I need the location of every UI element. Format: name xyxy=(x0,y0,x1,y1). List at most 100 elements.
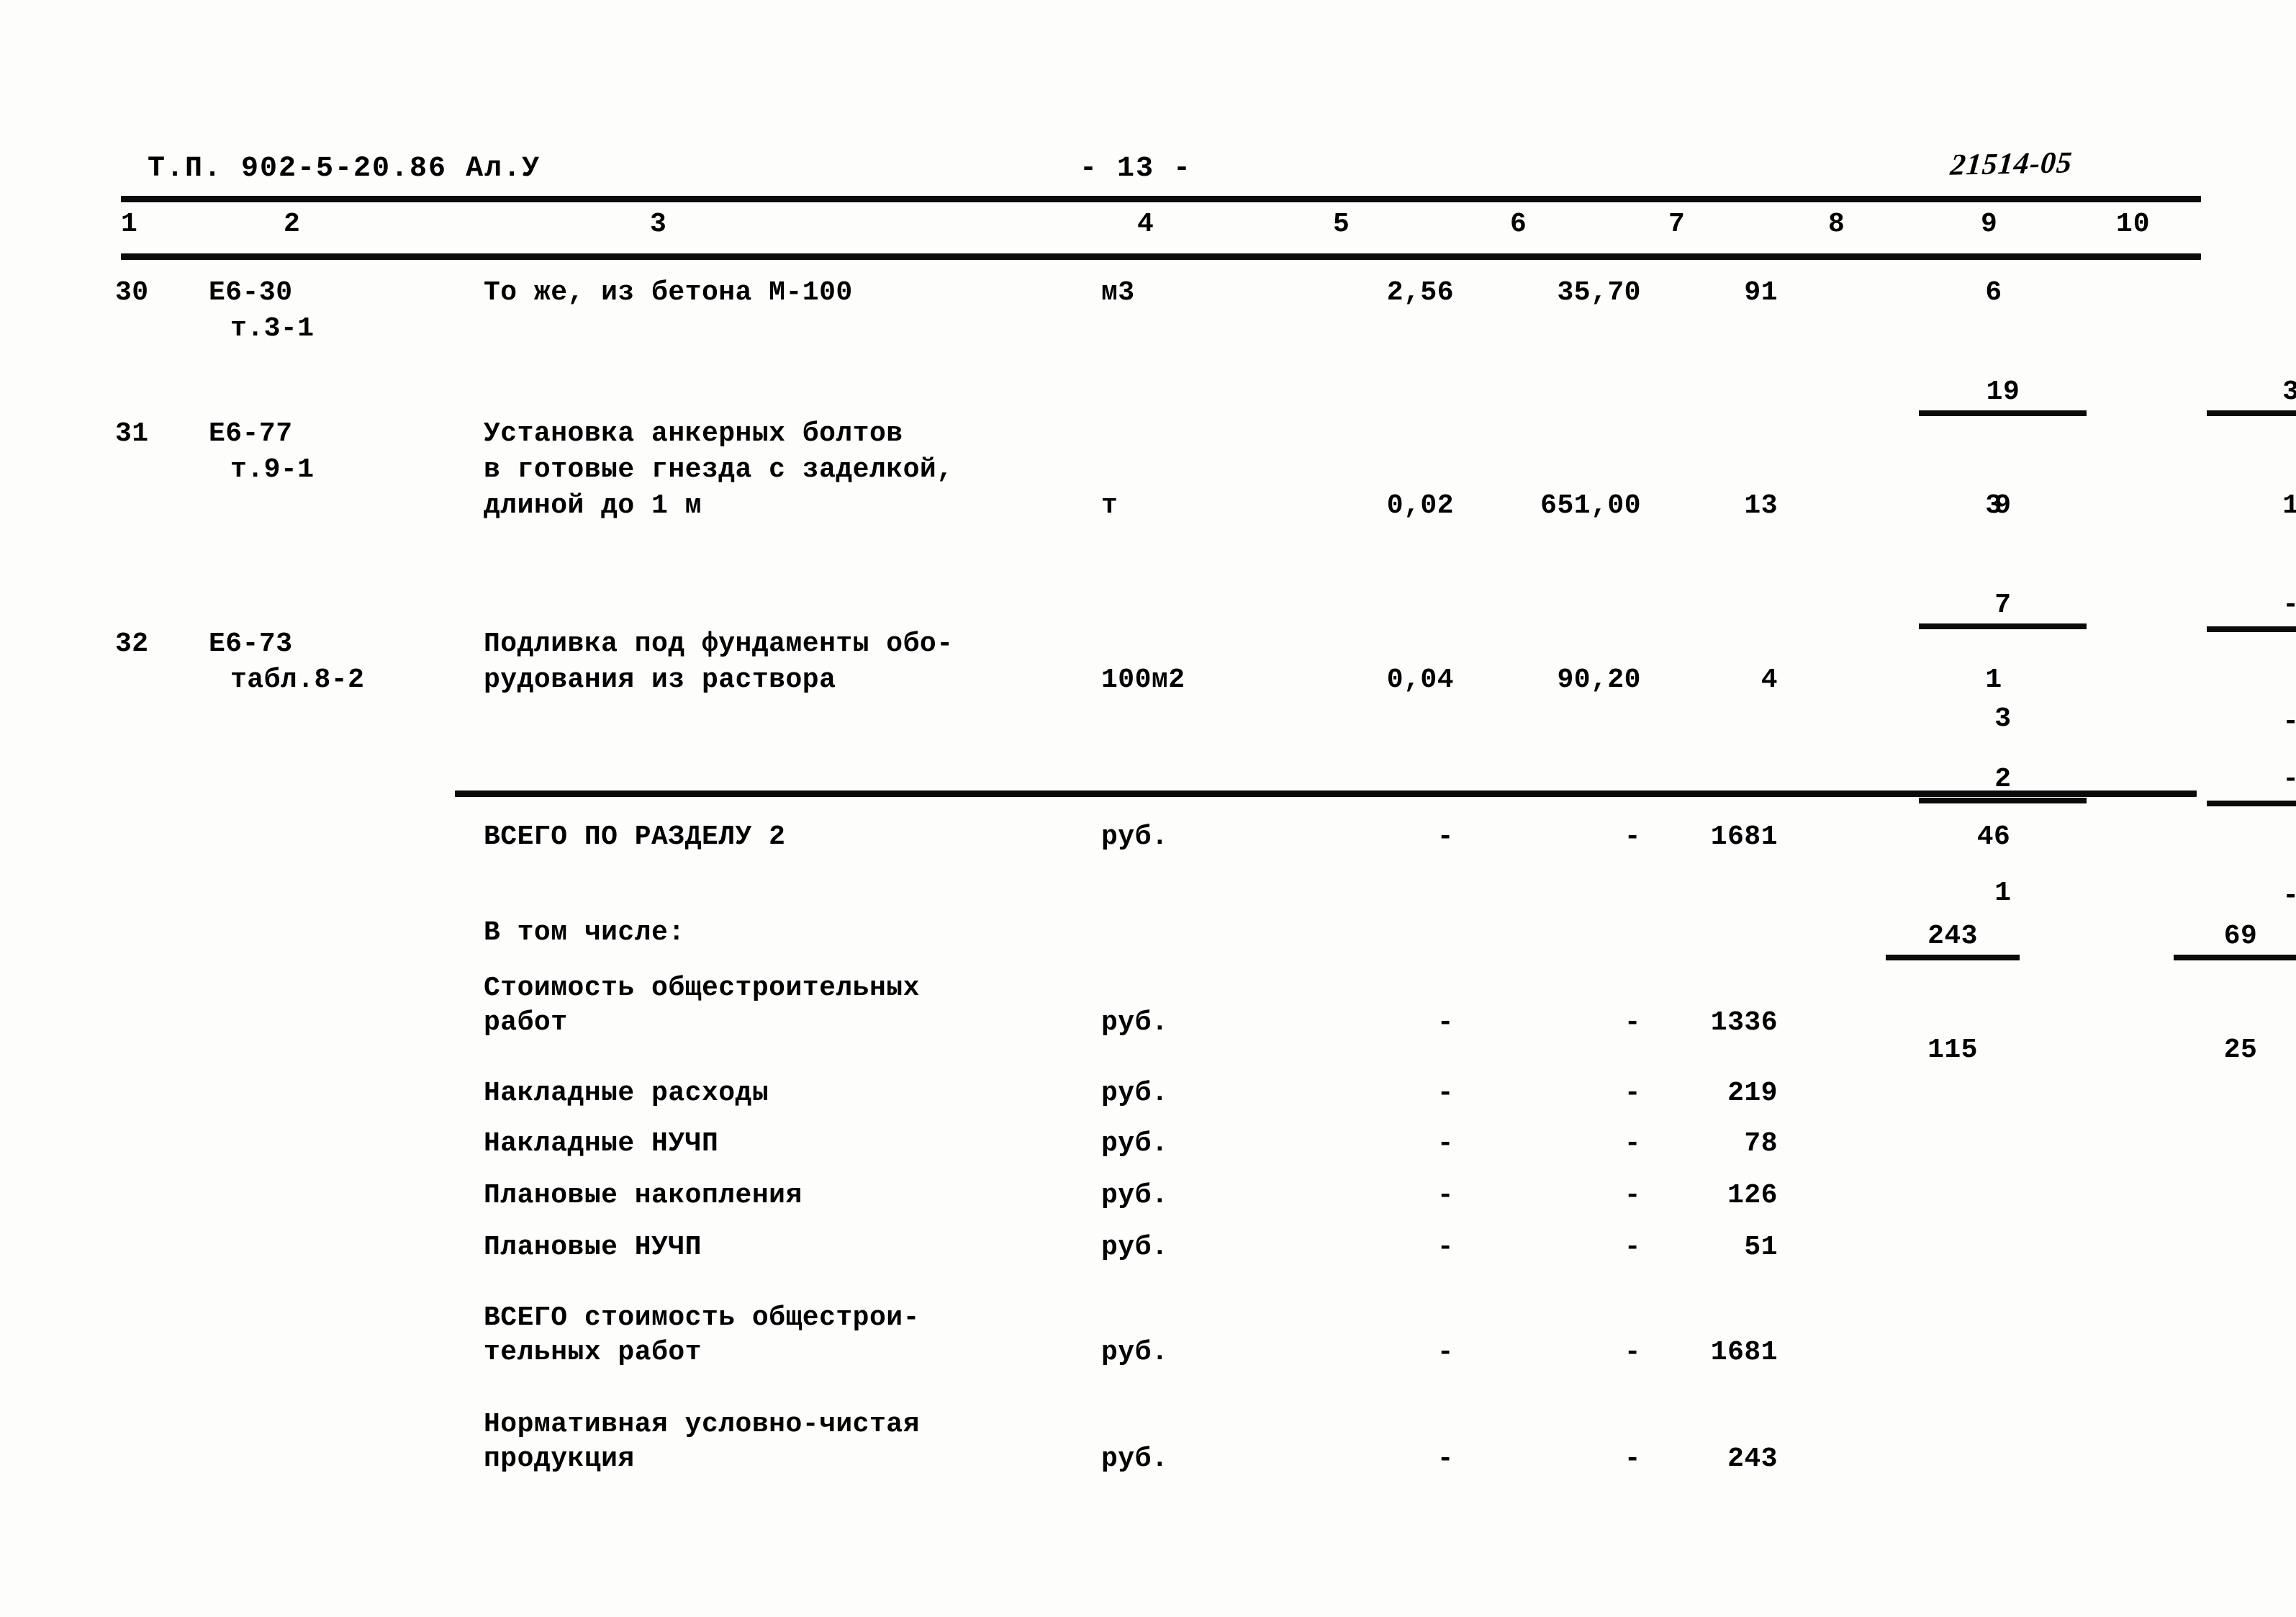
norm-code-line-1: Е6-73 xyxy=(209,629,293,659)
document-code: Т.П. 902-5-20.86 Ал.У xyxy=(148,153,541,185)
description-line-1: Подливка под фундаменты обо- xyxy=(484,629,954,659)
column-header-9: 9 xyxy=(1981,209,1998,240)
fraction-denominator: 1 xyxy=(2282,490,2296,521)
section-total-col5: - xyxy=(1437,821,1454,852)
section-total-rule xyxy=(455,791,2197,797)
fraction-numerator: 19 xyxy=(1919,376,2087,416)
norm-code-line-2: т.9-1 xyxy=(230,454,315,485)
breakdown-col5: - xyxy=(1437,1007,1454,1038)
section-total-col7: 1681 xyxy=(1710,821,1778,852)
row-total-cost: 91 xyxy=(1744,277,1778,308)
row-description-line2: в готовые гнезда с заделкой, xyxy=(484,454,1052,487)
breakdown-col6: - xyxy=(1624,1232,1641,1263)
section-total-col10-fraction: 69 25 xyxy=(2073,821,2296,1166)
section-total-col8-fraction: 243 115 xyxy=(1785,821,2020,1166)
column-header-6: 6 xyxy=(1510,209,1527,240)
breakdown-unit: руб. xyxy=(1101,1078,1169,1109)
row-unit-price: 651,00 xyxy=(1540,490,1641,521)
section-total-label: ВСЕГО ПО РАЗДЕЛУ 2 xyxy=(484,821,786,852)
breakdown-col5: - xyxy=(1437,1337,1454,1368)
breakdown-label-line-1: Накладные расходы xyxy=(484,1078,769,1109)
row-description-line2: рудования из раствора xyxy=(484,664,1052,697)
column-header-2: 2 xyxy=(284,209,301,240)
row-unit: т xyxy=(1101,490,1118,521)
breakdown-label-line-1: Плановые НУЧП xyxy=(484,1232,702,1263)
fraction: 243 115 xyxy=(1885,854,2020,1133)
row-norm-subcode: т.3-1 xyxy=(230,312,446,346)
breakdown-col5: - xyxy=(1437,1180,1454,1211)
breakdown-col7: 243 xyxy=(1727,1443,1778,1474)
breakdown-unit: руб. xyxy=(1101,1128,1169,1159)
row-description-line3: длиной до 1 м xyxy=(484,490,1052,523)
breakdown-col5: - xyxy=(1437,1078,1454,1109)
breakdown-col7: 126 xyxy=(1727,1180,1778,1211)
breakdown-unit: руб. xyxy=(1101,1337,1169,1368)
row-col9: 1 xyxy=(1985,665,2002,695)
row-quantity: 2,56 xyxy=(1386,277,1454,308)
row-unit: 100м2 xyxy=(1101,665,1185,695)
breakdown-col6: - xyxy=(1624,1443,1641,1474)
fraction-numerator: 243 xyxy=(1885,920,2020,960)
row-norm-code: Е6-30 xyxy=(209,276,425,310)
breakdown-col6: - xyxy=(1624,1007,1641,1038)
row-quantity: 0,04 xyxy=(1386,665,1454,695)
breakdown-col5: - xyxy=(1437,1128,1454,1159)
description-line-3: длиной до 1 м xyxy=(484,490,702,521)
section-total-col9: 46 xyxy=(1976,821,2011,852)
column-header-4: 4 xyxy=(1137,209,1154,240)
breakdown-col7: 219 xyxy=(1727,1078,1778,1109)
breakdown-unit: руб. xyxy=(1101,1232,1169,1263)
fraction-numerator: - xyxy=(2207,589,2296,632)
description-line-2: рудования из раствора xyxy=(484,665,836,695)
fraction: 69 25 xyxy=(2173,854,2296,1133)
breakdown-col5: - xyxy=(1437,1443,1454,1474)
row-col9: 6 xyxy=(1985,277,2002,308)
fraction-denominator: 115 xyxy=(1927,1035,1978,1066)
row-norm-subcode: табл.8-2 xyxy=(230,664,489,697)
breakdown-heading: В том числе: xyxy=(484,917,685,948)
breakdown-col7: 1681 xyxy=(1710,1337,1778,1368)
breakdown-col7: 51 xyxy=(1744,1232,1778,1263)
row-description: Подливка под фундаменты обо- xyxy=(484,628,1052,661)
norm-code-line-2: т.3-1 xyxy=(230,313,315,344)
row-col9: 3 xyxy=(1985,490,2002,521)
row-number: 31 xyxy=(115,418,149,449)
row-description: Установка анкерных болтов xyxy=(484,418,1052,451)
breakdown-label-line-1: Стоимость общестроительных xyxy=(484,973,920,1004)
breakdown-label-line-1: Накладные НУЧП xyxy=(484,1128,719,1159)
row-norm-code: Е6-73 xyxy=(209,628,425,661)
breakdown-col7: 1336 xyxy=(1710,1007,1778,1038)
breakdown-label-line-2: продукция xyxy=(484,1443,635,1474)
breakdown-unit: руб. xyxy=(1101,1180,1169,1211)
column-header-5: 5 xyxy=(1333,209,1350,240)
description-line-2: в готовые гнезда с заделкой, xyxy=(484,454,954,485)
row-number: 32 xyxy=(115,629,149,659)
row-unit-price: 35,70 xyxy=(1557,277,1641,308)
row-norm-subcode: т.9-1 xyxy=(230,454,446,487)
breakdown-label-line-2: тельных работ xyxy=(484,1337,702,1368)
document-page: Т.П. 902-5-20.86 Ал.У - 13 - 21514-05 1 … xyxy=(0,0,2296,1617)
row-description: То же, из бетона М-100 xyxy=(484,276,1052,310)
row-number: 30 xyxy=(115,277,149,308)
row-quantity: 0,02 xyxy=(1386,490,1454,521)
breakdown-label-line-2: работ xyxy=(484,1007,568,1038)
page-number: - 13 - xyxy=(1080,153,1193,185)
breakdown-label-line-1: Нормативная условно-чистая xyxy=(484,1409,920,1440)
breakdown-label-line-1: ВСЕГО стоимость общестрои- xyxy=(484,1302,920,1333)
norm-code-line-2: табл.8-2 xyxy=(230,665,365,695)
handwritten-archive-stamp: 21514-05 xyxy=(1948,146,2074,182)
row-unit-price: 90,20 xyxy=(1557,665,1641,695)
row-unit: м3 xyxy=(1101,277,1135,308)
section-total-col6: - xyxy=(1624,821,1641,852)
norm-code-line-1: Е6-77 xyxy=(209,418,293,449)
column-header-7: 7 xyxy=(1668,209,1686,240)
fraction-numerator: - xyxy=(2207,763,2296,806)
section-total-unit: руб. xyxy=(1101,821,1169,852)
fraction-numerator: 69 xyxy=(2173,920,2296,960)
breakdown-col6: - xyxy=(1624,1078,1641,1109)
table-column-headers: 1 2 3 4 5 6 7 8 9 10 xyxy=(0,209,2296,252)
document-header: Т.П. 902-5-20.86 Ал.У - 13 - 21514-05 xyxy=(108,146,2202,194)
fraction-denominator: 25 xyxy=(2223,1035,2258,1066)
breakdown-unit: руб. xyxy=(1101,1443,1169,1474)
norm-code-line-1: Е6-30 xyxy=(209,277,293,308)
